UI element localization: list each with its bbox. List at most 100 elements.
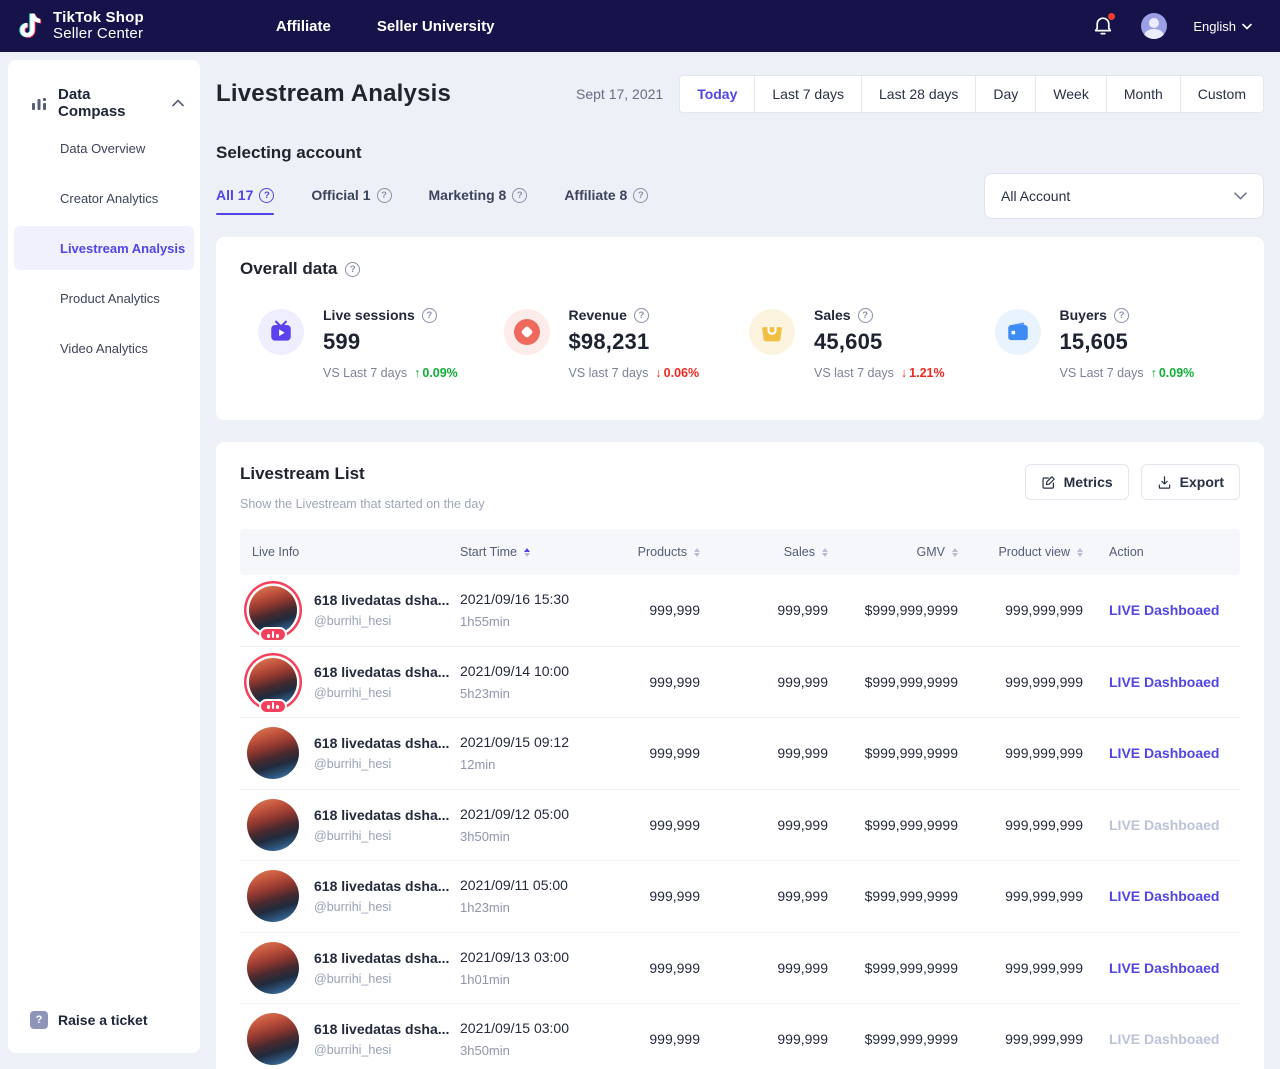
help-icon[interactable]: ? — [259, 188, 274, 203]
livestream-handle: @burrihi_hesi — [314, 614, 449, 628]
live-dashboard-link[interactable]: LIVE Dashboaed — [1109, 674, 1219, 690]
selecting-account-heading: Selecting account — [216, 143, 1264, 163]
livestream-avatar[interactable] — [244, 653, 302, 711]
range-button-day[interactable]: Day — [975, 76, 1035, 112]
live-info-cell: 618 livedatas dsha... @burrihi_hesi — [240, 1010, 460, 1068]
live-dashboard-link[interactable]: LIVE Dashboaed — [1109, 745, 1219, 761]
help-icon[interactable]: ? — [377, 188, 392, 203]
help-icon[interactable]: ? — [858, 308, 873, 323]
metric-value: 45,605 — [814, 329, 945, 355]
live-info-cell: 618 livedatas dsha... @burrihi_hesi — [240, 796, 460, 854]
help-icon[interactable]: ? — [422, 308, 437, 323]
metric-delta: ↑0.09% — [414, 366, 458, 380]
notification-bell-icon[interactable] — [1091, 14, 1115, 38]
logo-line1: TikTok Shop — [53, 10, 144, 27]
livestream-avatar[interactable] — [244, 796, 302, 854]
livestream-avatar[interactable] — [244, 1010, 302, 1068]
action-cell: LIVE Dashboaed — [1083, 674, 1240, 690]
livestream-avatar[interactable] — [244, 867, 302, 925]
range-button-last-7-days[interactable]: Last 7 days — [754, 76, 861, 112]
livestream-avatar[interactable] — [244, 581, 302, 639]
live-tv-icon — [258, 309, 304, 355]
sidebar-item-video-analytics[interactable]: Video Analytics — [14, 326, 194, 370]
account-dropdown[interactable]: All Account — [984, 173, 1264, 219]
live-info-cell: 618 livedatas dsha... @burrihi_hesi — [240, 867, 460, 925]
help-icon[interactable]: ? — [634, 308, 649, 323]
export-button[interactable]: Export — [1141, 464, 1240, 500]
arrow-down-icon: ↓ — [655, 366, 661, 380]
livestream-title: 618 livedatas dsha... — [314, 1021, 449, 1037]
start-time-cell: 2021/09/13 03:00 1h01min — [460, 949, 610, 987]
livestream-handle: @burrihi_hesi — [314, 757, 449, 771]
tiktok-note-icon — [14, 9, 44, 43]
start-time: 2021/09/11 05:00 — [460, 877, 610, 893]
gmv-value: $999,999,9999 — [828, 1031, 958, 1047]
help-icon[interactable]: ? — [633, 188, 648, 203]
products-value: 999,999 — [610, 888, 700, 904]
col-sales[interactable]: Sales — [700, 545, 828, 559]
metric-card-revenue: Revenue?$98,231VS last 7 days↓0.06% — [504, 307, 750, 380]
table-row: 618 livedatas dsha... @burrihi_hesi 2021… — [240, 790, 1240, 862]
live-dashboard-link[interactable]: LIVE Dashboaed — [1109, 817, 1219, 833]
metric-compare-label: VS last 7 days — [569, 366, 649, 380]
col-start-time[interactable]: Start Time — [460, 545, 610, 559]
livestream-title: 618 livedatas dsha... — [314, 592, 449, 608]
sidebar-item-data-overview[interactable]: Data Overview — [14, 126, 194, 170]
sales-value: 999,999 — [700, 960, 828, 976]
metric-delta: ↓1.21% — [901, 366, 945, 380]
sidebar-item-livestream-analysis[interactable]: Livestream Analysis — [14, 226, 194, 270]
livestream-title: 618 livedatas dsha... — [314, 807, 449, 823]
language-selector[interactable]: English — [1193, 19, 1252, 34]
raise-a-ticket-button[interactable]: ? Raise a ticket — [30, 1011, 148, 1029]
start-time: 2021/09/16 15:30 — [460, 591, 610, 607]
metric-delta: ↓0.06% — [655, 366, 699, 380]
nav-link-seller-university[interactable]: Seller University — [377, 18, 495, 35]
range-button-last-28-days[interactable]: Last 28 days — [861, 76, 975, 112]
tab-official-1[interactable]: Official 1? — [311, 187, 391, 215]
start-time-cell: 2021/09/15 09:12 12min — [460, 734, 610, 772]
sidebar-item-creator-analytics[interactable]: Creator Analytics — [14, 176, 194, 220]
livestream-avatar[interactable] — [244, 724, 302, 782]
products-value: 999,999 — [610, 602, 700, 618]
sales-value: 999,999 — [700, 1031, 828, 1047]
col-products[interactable]: Products — [610, 545, 700, 559]
live-dashboard-link[interactable]: LIVE Dashboaed — [1109, 1031, 1219, 1047]
user-avatar[interactable] — [1141, 13, 1167, 39]
help-icon[interactable]: ? — [345, 262, 360, 277]
sidebar-item-product-analytics[interactable]: Product Analytics — [14, 276, 194, 320]
duration: 12min — [460, 757, 610, 772]
live-dashboard-link[interactable]: LIVE Dashboaed — [1109, 602, 1219, 618]
gmv-value: $999,999,9999 — [828, 745, 958, 761]
arrow-up-icon: ↑ — [1151, 366, 1157, 380]
gmv-value: $999,999,9999 — [828, 960, 958, 976]
col-product-view[interactable]: Product view — [958, 545, 1083, 559]
metrics-button[interactable]: Metrics — [1025, 464, 1129, 500]
livestream-avatar[interactable] — [244, 939, 302, 997]
sales-value: 999,999 — [700, 602, 828, 618]
action-cell: LIVE Dashboaed — [1083, 960, 1240, 976]
live-dashboard-link[interactable]: LIVE Dashboaed — [1109, 960, 1219, 976]
col-gmv[interactable]: GMV — [828, 545, 958, 559]
help-icon[interactable]: ? — [1114, 308, 1129, 323]
sidebar-section-data-compass[interactable]: Data Compass — [8, 86, 200, 120]
tab-affiliate-8[interactable]: Affiliate 8? — [564, 187, 648, 215]
nav-link-affiliate[interactable]: Affiliate — [276, 18, 331, 35]
live-info-cell: 618 livedatas dsha... @burrihi_hesi — [240, 581, 460, 639]
edit-metrics-icon — [1041, 475, 1056, 490]
help-icon[interactable]: ? — [512, 188, 527, 203]
live-dashboard-link[interactable]: LIVE Dashboaed — [1109, 888, 1219, 904]
tab-all-17[interactable]: All 17? — [216, 187, 274, 215]
start-time-cell: 2021/09/14 10:00 5h23min — [460, 663, 610, 701]
range-button-today[interactable]: Today — [680, 76, 754, 112]
range-button-custom[interactable]: Custom — [1180, 76, 1263, 112]
account-tabs: All 17?Official 1?Marketing 8?Affiliate … — [216, 181, 648, 215]
tab-marketing-8[interactable]: Marketing 8? — [429, 187, 528, 215]
tab-label: Marketing 8 — [429, 187, 507, 203]
livestream-list-card: Livestream List Show the Livestream that… — [216, 442, 1264, 1069]
start-time-cell: 2021/09/16 15:30 1h55min — [460, 591, 610, 629]
sales-value: 999,999 — [700, 674, 828, 690]
product-view-value: 999,999,999 — [958, 674, 1083, 690]
range-button-month[interactable]: Month — [1106, 76, 1180, 112]
range-button-week[interactable]: Week — [1035, 76, 1106, 112]
tiktok-logo[interactable]: TikTok Shop Seller Center — [14, 9, 144, 43]
